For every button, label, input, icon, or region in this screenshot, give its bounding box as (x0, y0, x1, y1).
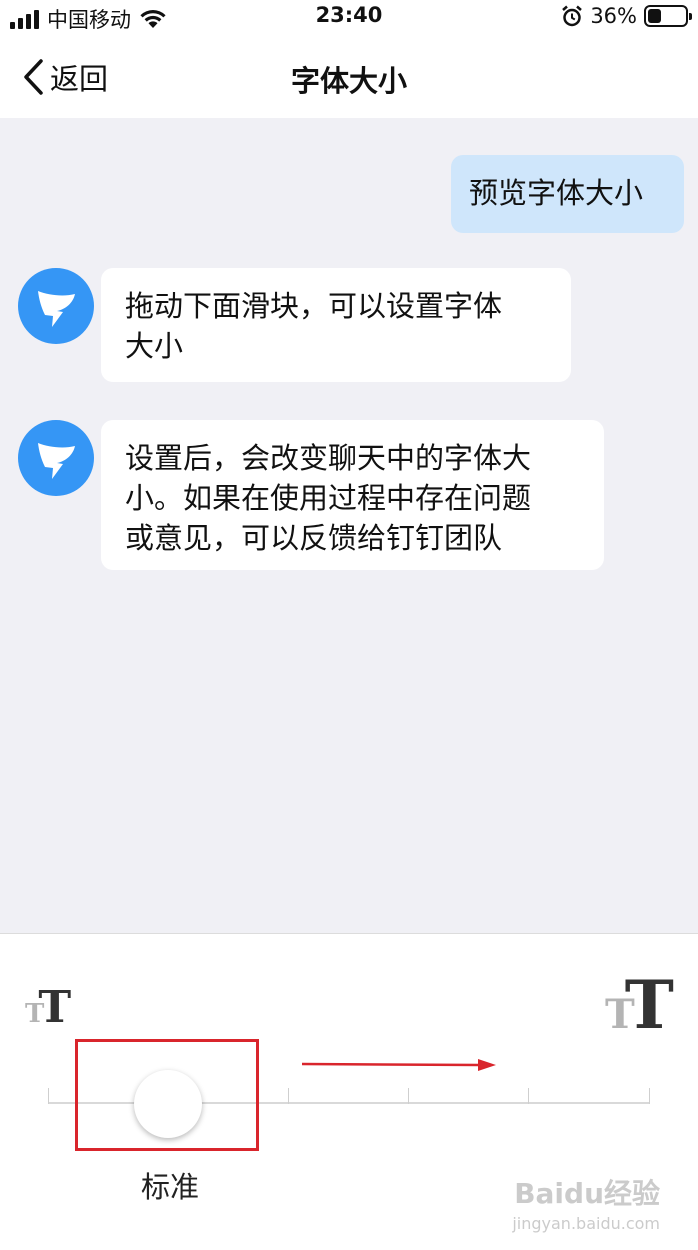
slider-tick (48, 1088, 49, 1104)
page-title: 字体大小 (290, 64, 407, 98)
battery-level (648, 9, 661, 23)
dingtalk-logo-icon (38, 291, 75, 327)
slider-tick (408, 1088, 409, 1104)
dingtalk-avatar-icon (18, 268, 94, 344)
bot-message-2-line-1: 设置后，会改变聊天中的字体大 (125, 441, 532, 475)
annotation-highlight-box (75, 1039, 259, 1151)
battery-icon (644, 5, 692, 27)
large-text-size-icon: TT (605, 966, 674, 1044)
bot-message-bubble-2: 设置后，会改变聊天中的字体大 小。如果在使用过程中存在问题 或意见，可以反馈给钉… (101, 420, 604, 570)
small-text-size-icon: TT (25, 982, 72, 1033)
bot-message-bubble-1: 拖动下面滑块，可以设置字体 大小 (101, 268, 571, 382)
annotation-arrow-icon (301, 1059, 496, 1071)
selected-size-label: 标准 (140, 1170, 199, 1204)
dingtalk-avatar-icon (18, 420, 94, 496)
nav-bar: 返回 字体大小 (0, 36, 698, 118)
slider-tick (649, 1088, 650, 1104)
chat-preview-area: 预览字体大小 拖动下面滑块，可以设置字体 大小 设置后，会改变聊天中的字体大 小… (0, 118, 698, 934)
bot-message-2-line-2: 小。如果在使用过程中存在问题 (125, 481, 532, 515)
battery-percent: 36% (590, 4, 637, 28)
bot-message-1-line-1: 拖动下面滑块，可以设置字体 (125, 289, 503, 323)
alarm-icon (562, 5, 583, 27)
dingtalk-logo-icon (38, 443, 75, 479)
slider-tick (288, 1088, 289, 1104)
baidu-watermark: Baidu经验 (514, 1177, 660, 1210)
slider-tick (528, 1088, 529, 1104)
bot-message-1-line-2: 大小 (125, 329, 184, 363)
self-message-bubble: 预览字体大小 (451, 155, 684, 233)
baidu-watermark-url: jingyan.baidu.com (512, 1214, 660, 1233)
status-right: 36% (561, 4, 692, 28)
bot-message-2-line-3: 或意见，可以反馈给钉钉团队 (125, 521, 503, 555)
status-bar: 中国移动 23:40 36% (0, 0, 698, 36)
